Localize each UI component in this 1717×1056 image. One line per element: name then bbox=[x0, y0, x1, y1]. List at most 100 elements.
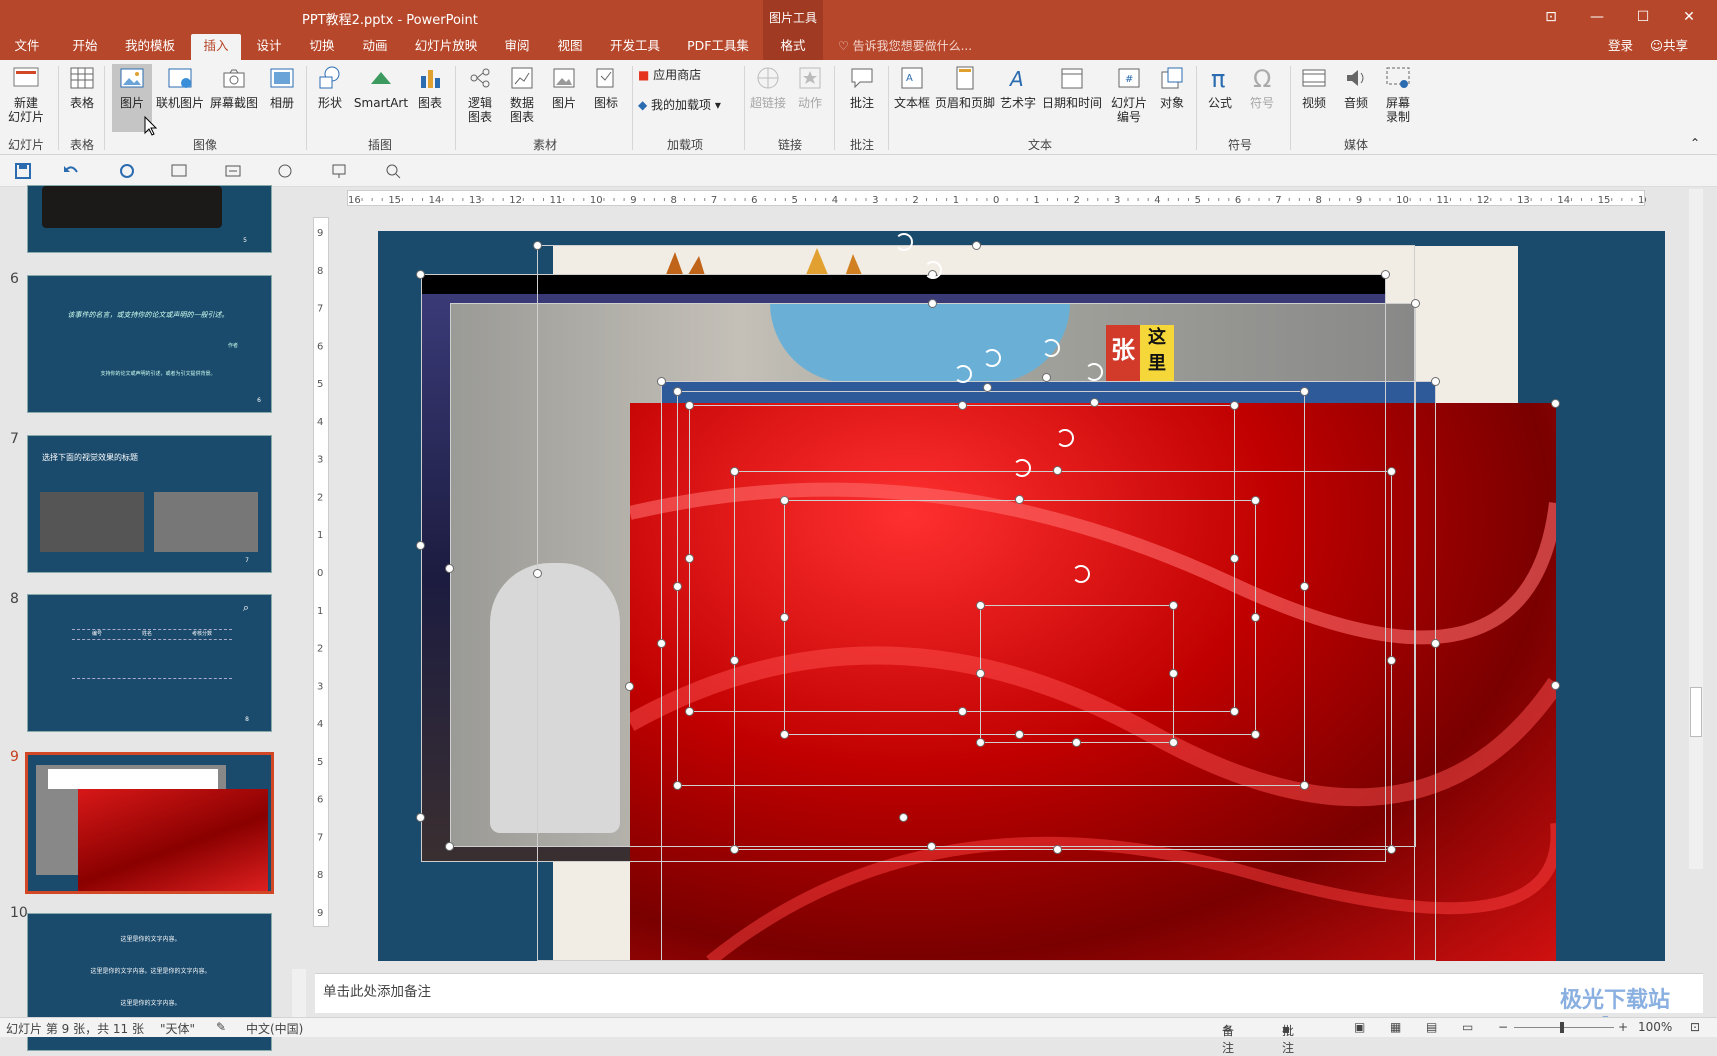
logic-chart-button[interactable]: 逻辑 图表 bbox=[462, 64, 498, 124]
sign-in-link[interactable]: 登录 bbox=[1608, 34, 1633, 60]
resize-handle[interactable] bbox=[1431, 639, 1440, 648]
tab-pdf-tools[interactable]: PDF工具集 bbox=[682, 34, 754, 60]
resize-handle[interactable] bbox=[685, 401, 694, 410]
resize-handle[interactable] bbox=[1411, 299, 1420, 308]
present-icon[interactable] bbox=[330, 162, 348, 180]
symbol-button[interactable]: Ω 符号 bbox=[1242, 64, 1282, 110]
resize-handle[interactable] bbox=[1230, 707, 1239, 716]
notes-pane[interactable]: 单击此处添加备注 bbox=[315, 973, 1703, 1013]
my-addins-button[interactable]: ◆ 我的加载项 ▾ bbox=[638, 98, 742, 112]
resize-handle[interactable] bbox=[928, 299, 937, 308]
resize-handle[interactable] bbox=[1251, 496, 1260, 505]
tab-animations[interactable]: 动画 bbox=[356, 34, 394, 60]
action-button[interactable]: 动作 bbox=[792, 64, 828, 110]
zoom-level[interactable]: 100% bbox=[1638, 1020, 1672, 1034]
tab-review[interactable]: 审阅 bbox=[498, 34, 536, 60]
video-button[interactable]: 视频 bbox=[1294, 64, 1334, 110]
rotate-handle-icon[interactable] bbox=[1042, 339, 1060, 357]
resize-handle[interactable] bbox=[1431, 377, 1440, 386]
rotate-handle-icon[interactable] bbox=[1056, 429, 1074, 447]
data-chart-button[interactable]: 数据 图表 bbox=[504, 64, 540, 124]
undo-icon[interactable] bbox=[62, 162, 80, 180]
object-button[interactable]: 对象 bbox=[1154, 64, 1190, 110]
tell-me-search[interactable]: ♡ 告诉我您想要做什么... bbox=[838, 34, 972, 60]
resize-handle[interactable] bbox=[1230, 401, 1239, 410]
redo-icon[interactable] bbox=[118, 162, 136, 180]
slide-sorter-icon[interactable]: ▦ bbox=[1390, 1020, 1401, 1034]
resize-handle[interactable] bbox=[673, 582, 682, 591]
resize-handle[interactable] bbox=[983, 383, 992, 392]
resize-handle[interactable] bbox=[1387, 656, 1396, 665]
scrollbar-thumb[interactable] bbox=[1690, 687, 1702, 737]
slide-thumb-5[interactable]: 5 bbox=[27, 185, 272, 253]
rotate-handle-icon[interactable] bbox=[1085, 363, 1103, 381]
resize-handle[interactable] bbox=[657, 639, 666, 648]
header-footer-button[interactable]: 页眉和页脚 bbox=[934, 64, 996, 110]
resize-handle[interactable] bbox=[625, 682, 634, 691]
screen-record-button[interactable]: 屏幕 录制 bbox=[1378, 64, 1418, 124]
resize-handle[interactable] bbox=[1072, 738, 1081, 747]
share-button[interactable]: ☺共享 bbox=[1650, 34, 1688, 60]
resize-handle[interactable] bbox=[972, 241, 981, 250]
maximize-button[interactable]: ☐ bbox=[1628, 6, 1658, 28]
zoom-out-icon[interactable]: − bbox=[1498, 1020, 1508, 1034]
slide-number-button[interactable]: # 幻灯片 编号 bbox=[1106, 64, 1152, 124]
slide-thumb-7[interactable]: 选择下面的视觉效果的标题 7 bbox=[27, 435, 272, 573]
rotate-handle-icon[interactable] bbox=[924, 261, 942, 279]
slideshow-view-icon[interactable]: ▭ bbox=[1462, 1020, 1473, 1034]
resize-handle[interactable] bbox=[673, 387, 682, 396]
resize-handle[interactable] bbox=[899, 813, 908, 822]
resize-handle[interactable] bbox=[1300, 582, 1309, 591]
resize-handle[interactable] bbox=[730, 656, 739, 665]
rotate-handle-icon[interactable] bbox=[1013, 459, 1031, 477]
table-button[interactable]: 表格 bbox=[64, 64, 100, 110]
slide-thumb-9[interactable] bbox=[25, 752, 274, 894]
resize-handle[interactable] bbox=[416, 813, 425, 822]
comment-button[interactable]: 批注 bbox=[842, 64, 882, 110]
language-status[interactable]: 中文(中国) bbox=[246, 1020, 303, 1037]
ribbon-display-button[interactable]: ⊡ bbox=[1536, 6, 1566, 28]
collapse-ribbon-icon[interactable]: ⌃ bbox=[1690, 136, 1700, 150]
resize-handle[interactable] bbox=[1300, 781, 1309, 790]
tab-home[interactable]: 开始 bbox=[66, 34, 104, 60]
resize-handle[interactable] bbox=[780, 613, 789, 622]
tab-my-templates[interactable]: 我的模板 bbox=[120, 34, 180, 60]
tab-design[interactable]: 设计 bbox=[250, 34, 288, 60]
resize-handle[interactable] bbox=[1169, 601, 1178, 610]
resize-handle[interactable] bbox=[685, 554, 694, 563]
rotate-handle-icon[interactable] bbox=[1072, 565, 1090, 583]
resize-handle[interactable] bbox=[1015, 495, 1024, 504]
audio-button[interactable]: 音频 bbox=[1336, 64, 1376, 110]
reading-view-icon[interactable]: ▤ bbox=[1426, 1020, 1437, 1034]
resize-handle[interactable] bbox=[1551, 399, 1560, 408]
resize-handle[interactable] bbox=[1169, 738, 1178, 747]
resize-handle[interactable] bbox=[1387, 467, 1396, 476]
resize-handle[interactable] bbox=[1053, 845, 1062, 854]
resize-handle[interactable] bbox=[673, 781, 682, 790]
new-slide-button[interactable]: 新建 幻灯片 bbox=[4, 64, 48, 124]
resize-handle[interactable] bbox=[1090, 398, 1099, 407]
resize-handle[interactable] bbox=[976, 601, 985, 610]
datetime-button[interactable]: 日期和时间 bbox=[1040, 64, 1104, 110]
resize-handle[interactable] bbox=[533, 241, 542, 250]
resize-handle[interactable] bbox=[1551, 681, 1560, 690]
smartart-button[interactable]: SmartArt bbox=[352, 64, 410, 110]
wordart-button[interactable]: A 艺术字 bbox=[998, 64, 1038, 110]
tab-developer[interactable]: 开发工具 bbox=[605, 34, 665, 60]
textbox-button[interactable]: A 文本框 bbox=[892, 64, 932, 110]
resize-handle[interactable] bbox=[1169, 669, 1178, 678]
screenshot-button[interactable]: 屏幕截图 bbox=[208, 64, 260, 110]
hyperlink-button[interactable]: 超链接 bbox=[748, 64, 788, 110]
tab-slideshow[interactable]: 幻灯片放映 bbox=[410, 34, 482, 60]
editor-scrollbar[interactable] bbox=[1689, 189, 1703, 869]
resize-handle[interactable] bbox=[657, 377, 666, 386]
normal-view-icon[interactable]: ▣ bbox=[1354, 1020, 1365, 1034]
resize-handle[interactable] bbox=[958, 707, 967, 716]
minimize-button[interactable]: — bbox=[1582, 6, 1612, 28]
resize-handle[interactable] bbox=[1387, 845, 1396, 854]
resize-handle[interactable] bbox=[685, 707, 694, 716]
fit-slide-icon[interactable]: ⊡ bbox=[1690, 1020, 1700, 1034]
tab-file[interactable]: 文件 bbox=[8, 34, 46, 60]
icon-button[interactable]: 图标 bbox=[588, 64, 624, 110]
resize-handle[interactable] bbox=[533, 569, 542, 578]
